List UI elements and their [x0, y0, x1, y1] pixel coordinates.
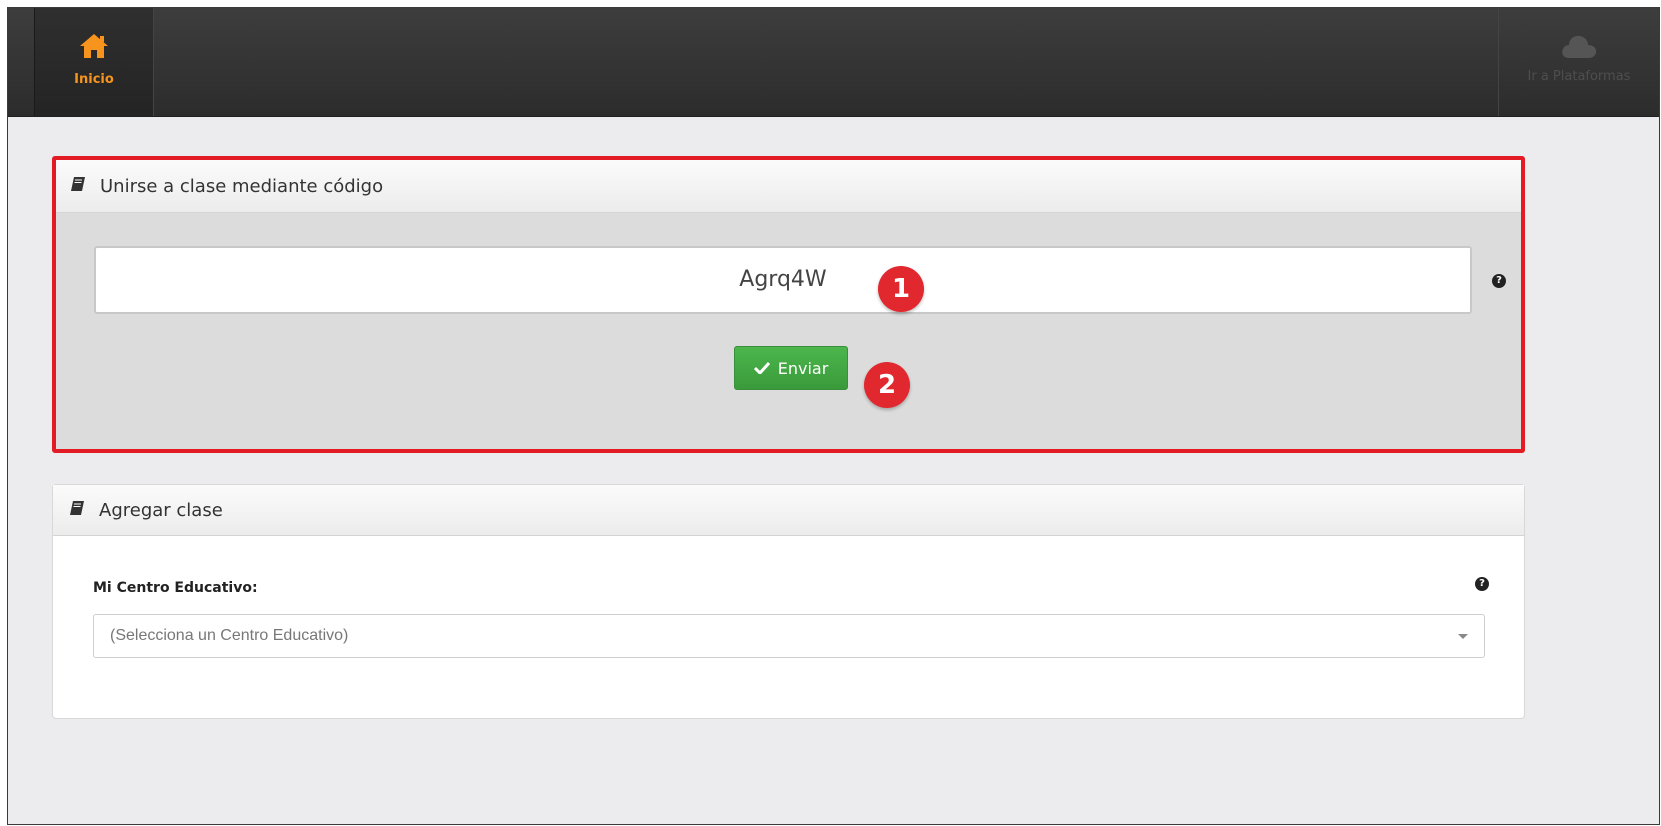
home-icon [80, 34, 108, 58]
school-select[interactable]: (Selecciona un Centro Educativo) [93, 614, 1485, 658]
nav-platforms-label: Ir a Plataformas [1527, 69, 1631, 84]
nav-platforms[interactable]: Ir a Plataformas [1498, 8, 1659, 116]
book-icon [70, 176, 86, 197]
add-class-panel: Agregar clase Mi Centro Educativo: ? (Se… [52, 484, 1525, 719]
step-badge-1: 1 [878, 266, 924, 312]
check-icon [753, 359, 770, 378]
join-class-panel: Unirse a clase mediante código Agrq4W ? … [52, 156, 1525, 453]
book-icon [69, 500, 85, 521]
nav-home-label: Inicio [74, 72, 114, 87]
send-button[interactable]: Enviar [734, 346, 848, 390]
add-panel-header: Agregar clase [53, 485, 1524, 536]
chevron-down-icon [1458, 634, 1468, 639]
nav-home[interactable]: Inicio [34, 8, 154, 116]
school-field-label: Mi Centro Educativo: [93, 580, 258, 596]
send-button-label: Enviar [777, 358, 829, 378]
app-frame: Inicio Ir a Plataformas Unirse a clase m… [7, 7, 1660, 825]
help-icon[interactable]: ? [1492, 274, 1506, 288]
class-code-input[interactable]: Agrq4W [94, 246, 1472, 314]
school-select-placeholder: (Selecciona un Centro Educativo) [110, 627, 349, 644]
step-badge-2: 2 [864, 362, 910, 408]
join-panel-header: Unirse a clase mediante código [56, 160, 1521, 213]
help-icon[interactable]: ? [1475, 577, 1489, 591]
top-navbar: Inicio Ir a Plataformas [8, 8, 1659, 117]
join-panel-title: Unirse a clase mediante código [100, 175, 384, 197]
cloud-icon [1562, 35, 1597, 58]
add-panel-title: Agregar clase [99, 499, 223, 521]
